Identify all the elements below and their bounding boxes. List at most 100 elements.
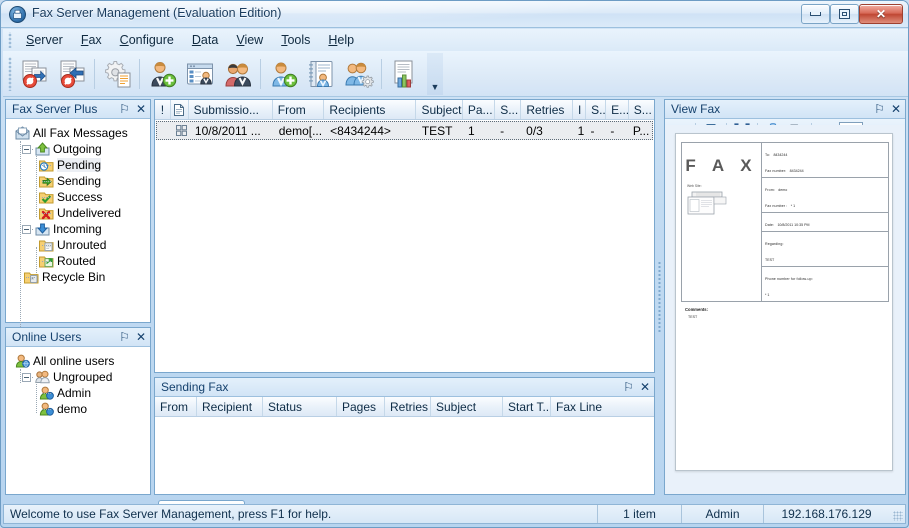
tree-item-outgoing[interactable]: Outgoing: [12, 141, 150, 157]
pin-icon[interactable]: ⚐: [874, 101, 885, 117]
menu-item-fax[interactable]: Fax: [72, 30, 111, 50]
maximize-button[interactable]: [830, 4, 859, 24]
fax-page-preview[interactable]: F A X Web Site: To: 8434244 Fax number: …: [675, 133, 893, 471]
app-window: Fax Server Management (Evaluation Editio…: [0, 0, 909, 528]
toolbar-buttons: [15, 53, 423, 95]
menu-item-view[interactable]: View: [227, 30, 272, 50]
menu-item-data[interactable]: Data: [183, 30, 227, 50]
status-ip-address: 192.168.176.129: [763, 505, 889, 523]
tree-item-all-fax-messages[interactable]: All Fax Messages: [14, 125, 150, 141]
pin-icon[interactable]: ⚐: [119, 101, 130, 117]
column-header-from[interactable]: From: [273, 100, 325, 119]
incoming-icon: [34, 221, 50, 237]
manage-users-button[interactable]: [340, 54, 378, 94]
view-fax-header: View Fax ⚐ ✕: [665, 100, 905, 119]
tree-item-sending[interactable]: Sending: [12, 173, 150, 189]
sending-fax-panel: Sending Fax ⚐ ✕ From Recipient Status Pa…: [154, 377, 655, 495]
cancel-incoming-fax-button[interactable]: [53, 54, 91, 94]
title-bar: Fax Server Management (Evaluation Editio…: [1, 1, 908, 28]
column-header-retries[interactable]: Retries: [521, 100, 574, 119]
close-icon[interactable]: ✕: [136, 101, 146, 117]
close-icon[interactable]: ✕: [136, 329, 146, 345]
cell-retries: 0/3: [526, 123, 543, 138]
resize-grip[interactable]: [889, 505, 905, 523]
tree-item-demo[interactable]: demo: [12, 401, 150, 417]
tree-item-undelivered[interactable]: Undelivered: [12, 205, 150, 221]
cell-from: demo[...: [278, 123, 323, 138]
expander-ungrouped[interactable]: [22, 372, 31, 382]
status-bar: Welcome to use Fax Server Management, pr…: [3, 504, 906, 524]
add-user-button[interactable]: [143, 54, 181, 94]
column-header-e[interactable]: E...: [606, 100, 629, 119]
fax-field-label: Fax number :: [765, 204, 788, 208]
user-group-button[interactable]: [219, 54, 257, 94]
expander-incoming[interactable]: [22, 224, 31, 234]
menu-item-server[interactable]: Server: [17, 30, 72, 50]
toolbar-grip[interactable]: [7, 57, 13, 91]
report-icon: [394, 60, 413, 88]
tree-item-recycle-bin[interactable]: Recycle Bin: [12, 269, 150, 285]
menu-item-configure[interactable]: Configure: [111, 30, 183, 50]
pin-icon[interactable]: ⚐: [623, 379, 634, 395]
menubar-grip[interactable]: [6, 32, 15, 48]
column-header-submission[interactable]: Submissio...: [189, 100, 273, 119]
tree-item-success[interactable]: Success: [12, 189, 150, 205]
column-header-s2[interactable]: S...: [586, 100, 607, 119]
menu-bar: Server Fax Configure Data View Tools Hel…: [3, 29, 908, 51]
column-header-recipient[interactable]: Recipient: [197, 397, 263, 416]
column-header-subject[interactable]: Subject: [431, 397, 503, 416]
expander-outgoing[interactable]: [22, 144, 31, 154]
column-header-pages[interactable]: Pa...: [463, 100, 496, 119]
column-header-s3[interactable]: S...: [629, 100, 654, 119]
column-header-fax-line[interactable]: Fax Line: [551, 397, 654, 416]
minimize-button[interactable]: [801, 4, 830, 24]
outgoing-icon: [34, 141, 50, 157]
toolbar-separator: [260, 59, 261, 89]
column-header-recipients[interactable]: Recipients: [324, 100, 417, 119]
toolbar-overflow-button[interactable]: ▼: [427, 53, 443, 95]
tree-item-all-online-users[interactable]: All online users: [14, 353, 150, 369]
column-header-from[interactable]: From: [155, 397, 197, 416]
settings-button[interactable]: [98, 54, 136, 94]
column-header-attachment[interactable]: [171, 100, 189, 119]
column-header-i[interactable]: I: [573, 100, 587, 119]
tree-item-label: Unrouted: [57, 238, 107, 252]
cancel-outgoing-fax-button[interactable]: [15, 54, 53, 94]
tree-item-incoming[interactable]: Incoming: [12, 221, 150, 237]
cell-priority: [156, 121, 172, 140]
online-user-icon: [14, 353, 30, 369]
fax-document: F A X Web Site: To: 8434244 Fax number: …: [681, 142, 889, 319]
fax-field-from: From: demo Fax number : * 1: [762, 178, 888, 213]
address-book-button[interactable]: [302, 54, 340, 94]
tree-item-pending[interactable]: Pending: [12, 157, 150, 173]
column-header-status[interactable]: Status: [263, 397, 337, 416]
online-users-header: Online Users ⚐ ✕: [6, 328, 150, 347]
fax-field-value: * 1: [790, 204, 796, 208]
fax-field-value: 10/8/2011 10:35 PM: [777, 223, 810, 227]
cell-submission: 10/8/2011 ...: [194, 123, 261, 138]
tree-item-unrouted[interactable]: Unrouted: [12, 237, 150, 253]
table-row[interactable]: 10/8/2011 ... demo[... <8434244> TEST 1 …: [156, 121, 653, 140]
add-contact-button[interactable]: [264, 54, 302, 94]
column-header-subject[interactable]: Subject: [416, 100, 463, 119]
close-icon[interactable]: ✕: [891, 101, 901, 117]
column-header-retries[interactable]: Retries: [385, 397, 431, 416]
report-button[interactable]: [385, 54, 423, 94]
column-header-status[interactable]: S...: [495, 100, 522, 119]
menu-item-help[interactable]: Help: [319, 30, 363, 50]
tree-item-admin[interactable]: Admin: [12, 385, 150, 401]
close-icon[interactable]: ✕: [640, 379, 650, 395]
tree-connector: [42, 165, 51, 166]
fax-app-icon: [9, 6, 26, 23]
user-list-button[interactable]: [181, 54, 219, 94]
menu-item-tools[interactable]: Tools: [272, 30, 319, 50]
column-header-priority[interactable]: !: [155, 100, 171, 119]
close-button[interactable]: ✕: [859, 4, 903, 24]
vertical-splitter[interactable]: [655, 99, 664, 495]
tree-item-ungrouped[interactable]: Ungrouped: [12, 369, 150, 385]
pin-icon[interactable]: ⚐: [119, 329, 130, 345]
column-header-start-time[interactable]: Start T...: [503, 397, 551, 416]
tree-item-routed[interactable]: Routed: [12, 253, 150, 269]
toolbar-separator: [94, 59, 95, 89]
column-header-pages[interactable]: Pages: [337, 397, 385, 416]
